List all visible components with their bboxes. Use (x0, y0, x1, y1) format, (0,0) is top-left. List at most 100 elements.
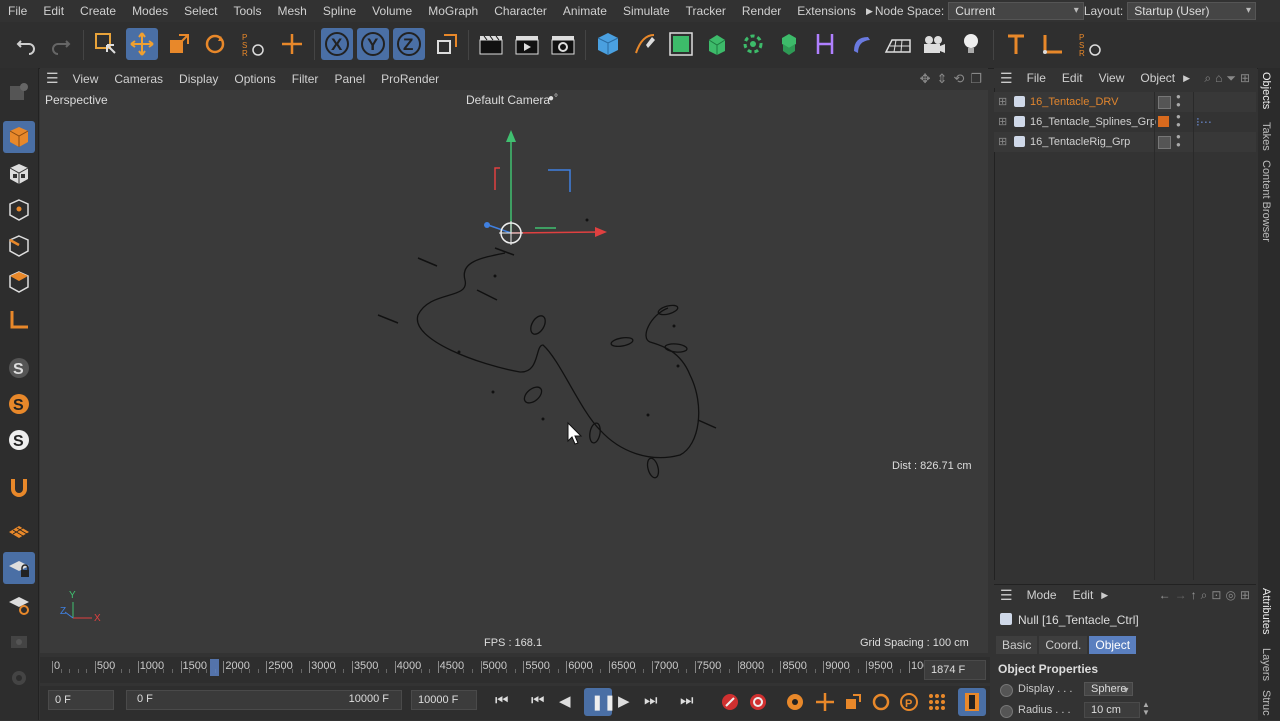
viewport-menu-prorender[interactable]: ProRender (373, 68, 447, 90)
viewport-dolly-icon[interactable]: ⇕ (934, 71, 951, 87)
planar-workplane-button[interactable] (3, 588, 35, 620)
viewport-menu-display[interactable]: Display (171, 68, 226, 90)
mograph-cloner-button[interactable] (737, 28, 769, 60)
deformer-button[interactable] (809, 28, 841, 60)
render-view-button[interactable] (511, 28, 543, 60)
points-mode-button[interactable] (3, 194, 35, 226)
redo-button[interactable] (45, 28, 77, 60)
psr-reset-button[interactable]: PSR (1073, 28, 1105, 60)
menu-mograph[interactable]: MoGraph (420, 0, 486, 22)
om-menu-view[interactable]: View (1091, 67, 1133, 89)
field-button[interactable] (845, 28, 877, 60)
object-name[interactable]: 16_Tentacle_DRV (1030, 92, 1118, 112)
viewport-maximize-icon[interactable]: ❐ (967, 71, 988, 87)
om-filter-icon[interactable]: ⏷ (1224, 71, 1238, 86)
am-menu-edit[interactable]: Edit (1065, 584, 1102, 606)
om-new-panel-icon[interactable]: ⊞ (1238, 71, 1256, 85)
am-target-icon[interactable]: ◎ (1223, 588, 1237, 602)
menu-file[interactable]: File (0, 0, 35, 22)
subdivision-surface-button[interactable] (665, 28, 697, 60)
polygons-mode-button[interactable] (3, 266, 35, 298)
autokey-icon[interactable] (748, 692, 768, 712)
viewport-menu-cameras[interactable]: Cameras (106, 68, 171, 90)
object-row-tentacle-drv[interactable]: ⊞ 16_Tentacle_DRV ● ● (994, 92, 1256, 112)
expand-icon[interactable]: ⊞ (998, 92, 1007, 112)
viewport-menu-options[interactable]: Options (226, 68, 283, 90)
timeline-ruler[interactable]: 0 500 1000 1500 2000 2500 3000 3500 4000 4500 5000… (40, 657, 990, 683)
menu-render[interactable]: Render (734, 0, 789, 22)
am-up-icon[interactable]: ↑ (1189, 588, 1199, 602)
previous-key-icon[interactable]: ⏮ (531, 692, 545, 709)
viewport-pan-icon[interactable]: ✥ (917, 71, 934, 87)
render-settings-button[interactable] (547, 28, 579, 60)
keyframe-selection-icon[interactable] (785, 692, 805, 712)
z-axis-lock-button[interactable]: Z (393, 28, 425, 60)
mograph-fracture-button[interactable] (773, 28, 805, 60)
object-manager-hamburger-icon[interactable]: ☰ (994, 70, 1019, 87)
next-frame-icon[interactable]: ▶ (618, 692, 630, 710)
key-position-icon[interactable] (815, 692, 835, 712)
menu-volume[interactable]: Volume (364, 0, 420, 22)
viewport-menu-view[interactable]: View (65, 68, 107, 90)
display-animate-icon[interactable] (1000, 684, 1013, 697)
viewport-menu-panel[interactable]: Panel (326, 68, 373, 90)
tweak-button[interactable] (3, 471, 35, 503)
move-tool-button[interactable] (126, 28, 158, 60)
viewport-menu-filter[interactable]: Filter (284, 68, 327, 90)
object-name[interactable]: 16_TentacleRig_Grp (1030, 132, 1130, 152)
undo-button[interactable] (10, 28, 42, 60)
am-menu-mode[interactable]: Mode (1019, 584, 1065, 606)
symmetry-button[interactable]: S (3, 424, 35, 456)
am-search-icon[interactable]: ⌕ (1199, 588, 1210, 603)
go-to-end-icon[interactable]: ⏭ (680, 692, 694, 709)
attribute-tab-coord[interactable]: Coord. (1039, 636, 1088, 654)
radius-animate-icon[interactable] (1000, 705, 1013, 718)
edit-layer-icon[interactable] (1158, 136, 1171, 149)
edges-mode-button[interactable] (3, 230, 35, 262)
key-pla-icon[interactable] (927, 692, 947, 712)
edit-layer-icon[interactable] (1158, 96, 1171, 109)
attribute-hamburger-icon[interactable]: ☰ (994, 587, 1019, 604)
record-active-icon[interactable] (720, 692, 740, 712)
tab-layers[interactable]: Layers (1260, 648, 1272, 681)
am-menu-more-icon[interactable]: ▶ (1101, 590, 1108, 601)
tag-icon[interactable]: ⁝⋯ (1196, 112, 1212, 132)
locked-workplane-button[interactable] (3, 552, 35, 584)
previous-frame-icon[interactable]: ◀ (559, 692, 571, 710)
x-axis-lock-button[interactable]: X (321, 28, 353, 60)
coordinate-system-button[interactable] (431, 28, 463, 60)
next-key-icon[interactable]: ⏭ (644, 692, 658, 709)
menu-extensions[interactable]: Extensions (789, 0, 864, 22)
timeline-toggle-button[interactable] (958, 688, 986, 716)
current-frame-field[interactable]: 1874 F (924, 660, 986, 680)
menu-overflow-arrow-icon[interactable]: ▶ (864, 0, 875, 22)
key-rotation-icon[interactable] (871, 692, 891, 712)
object-row-tentaclerig-grp[interactable]: ⊞ 16_TentacleRig_Grp ● ● (994, 132, 1256, 152)
menu-character[interactable]: Character (486, 0, 555, 22)
axis-mode-button[interactable] (3, 304, 35, 336)
range-slider[interactable]: 0 F 10000 F (126, 690, 402, 710)
joint-tool-button[interactable] (1037, 28, 1069, 60)
tab-takes[interactable]: Takes (1260, 122, 1272, 151)
menu-edit[interactable]: Edit (35, 0, 72, 22)
om-menu-more-icon[interactable]: ▶ (1183, 73, 1190, 84)
workplane-button[interactable] (3, 516, 35, 548)
menu-select[interactable]: Select (176, 0, 225, 22)
end-frame-field[interactable]: 10000 F (411, 690, 477, 710)
menu-simulate[interactable]: Simulate (615, 0, 678, 22)
soft-selection-button[interactable]: S (3, 388, 35, 420)
layer-color-icon[interactable] (1158, 116, 1169, 127)
floor-object-button[interactable] (882, 28, 914, 60)
om-home-icon[interactable]: ⌂ (1213, 71, 1224, 85)
cube-object-button[interactable] (592, 28, 624, 60)
visibility-dots-icon[interactable]: ● ● (1176, 93, 1181, 109)
snap-button[interactable]: S (3, 352, 35, 384)
menu-tools[interactable]: Tools (225, 0, 269, 22)
object-name[interactable]: 16_Tentacle_Splines_Grp (1030, 112, 1156, 132)
am-forward-icon[interactable]: → (1173, 588, 1189, 602)
tab-structure[interactable]: Struc (1260, 690, 1272, 716)
light-object-button[interactable] (955, 28, 987, 60)
psr-tool-button[interactable]: PSR (236, 28, 268, 60)
tab-attributes[interactable]: Attributes (1260, 588, 1272, 634)
start-frame-field[interactable]: 0 F (48, 690, 114, 710)
